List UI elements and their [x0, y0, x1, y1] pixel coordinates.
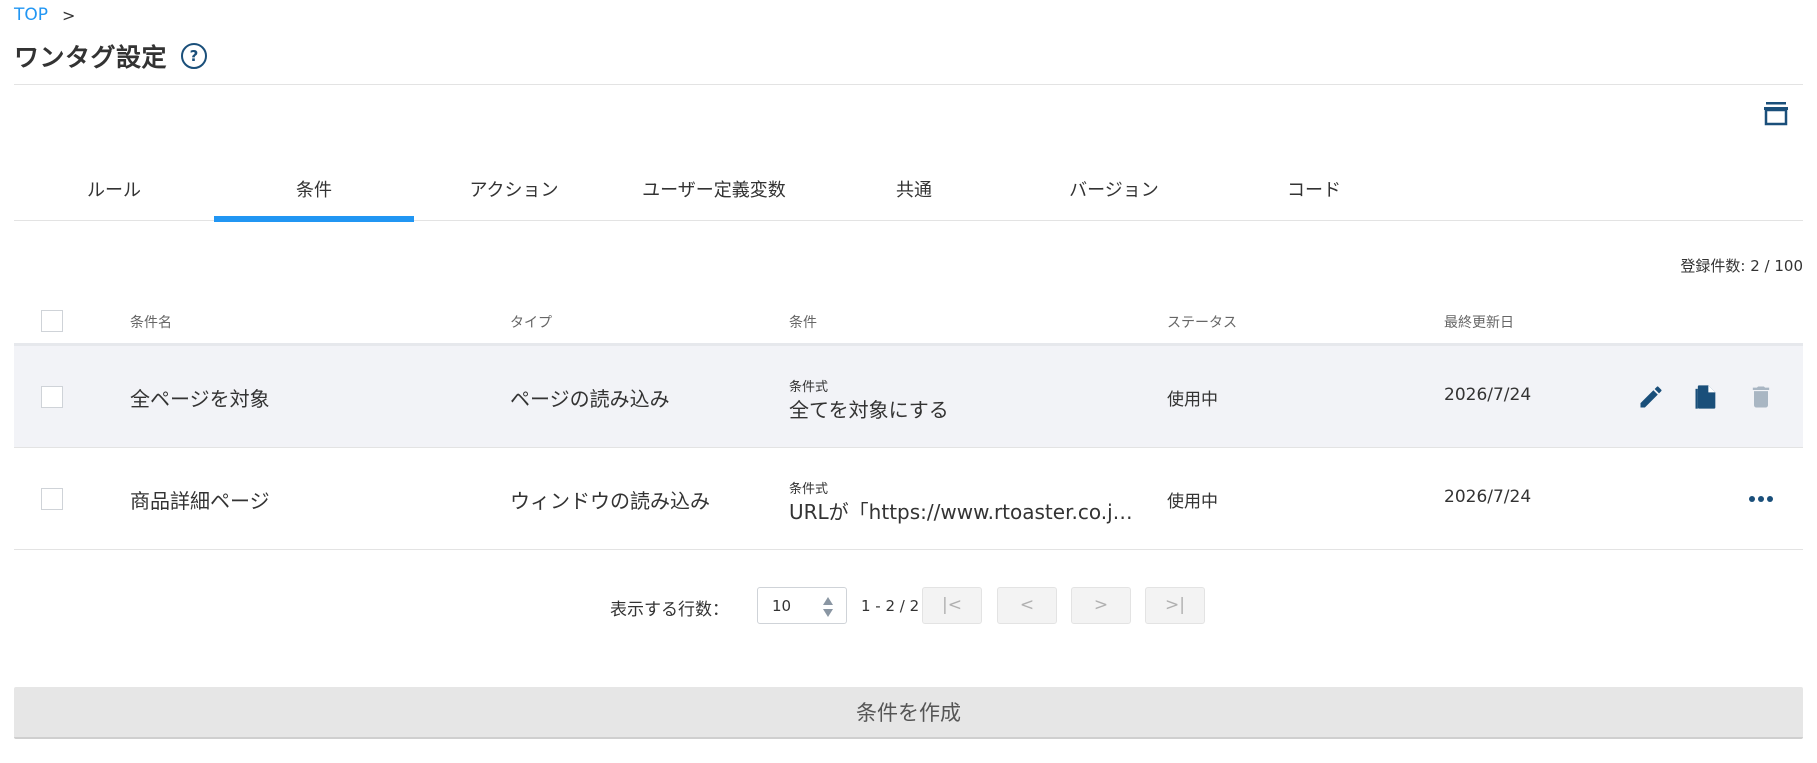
copy-document-icon[interactable]	[1692, 383, 1720, 411]
header-condition: 条件	[789, 315, 817, 331]
rows-per-page-value: 10	[772, 597, 792, 615]
row-condition-value: URLが「https://www.rtoaster.co.jp/…	[789, 500, 1139, 524]
row-checkbox[interactable]	[41, 386, 63, 408]
more-options-icon[interactable]	[1747, 485, 1775, 513]
row-name: 全ページを対象	[130, 387, 270, 411]
tab-bar: ルール 条件 アクション ユーザー定義変数 共通 バージョン コード	[14, 164, 1803, 222]
next-page-button[interactable]: >	[1071, 587, 1131, 624]
page-header: ワンタグ設定 ?	[14, 38, 208, 74]
tab-action[interactable]: アクション	[414, 164, 614, 221]
rows-per-page-input[interactable]: 10	[757, 587, 847, 624]
row-updated: 2026/7/24	[1444, 385, 1532, 405]
row-status: 使用中	[1167, 492, 1218, 512]
edit-pencil-icon[interactable]	[1637, 383, 1665, 411]
row-type: ページの読み込み	[510, 387, 670, 411]
spinner-arrows-icon[interactable]	[822, 596, 834, 618]
table-row[interactable]: 商品詳細ページ ウィンドウの読み込み 条件式 URLが「https://www.…	[14, 448, 1803, 550]
create-condition-button[interactable]: 条件を作成	[14, 687, 1803, 739]
breadcrumb-separator: >	[62, 5, 76, 25]
row-type: ウィンドウの読み込み	[510, 489, 710, 513]
header-name: 条件名	[130, 315, 172, 331]
row-condition-value: 全てを対象にする	[789, 398, 949, 422]
table-header: 条件名 タイプ 条件 ステータス 最終更新日	[14, 300, 1803, 346]
rows-per-page-label: 表示する行数：	[610, 600, 729, 620]
row-name: 商品詳細ページ	[130, 489, 270, 513]
tab-user-variables[interactable]: ユーザー定義変数	[614, 164, 814, 221]
select-all-checkbox[interactable]	[41, 310, 63, 332]
tab-code[interactable]: コード	[1214, 164, 1414, 221]
table-row[interactable]: 全ページを対象 ページの読み込み 条件式 全てを対象にする 使用中 2026/7…	[14, 346, 1803, 448]
row-condition-label: 条件式	[789, 482, 829, 497]
row-status: 使用中	[1167, 390, 1218, 410]
breadcrumb-top-link[interactable]: TOP	[14, 5, 48, 25]
page-range: 1 - 2 / 2	[861, 597, 920, 615]
row-updated: 2026/7/24	[1444, 487, 1532, 507]
pagination: 表示する行数： 10 1 - 2 / 2 |< < > >|	[0, 587, 1817, 625]
tab-condition[interactable]: 条件	[214, 164, 414, 222]
first-page-button[interactable]: |<	[922, 587, 982, 624]
help-icon[interactable]: ?	[181, 43, 208, 69]
header-status: ステータス	[1167, 315, 1237, 331]
registration-count: 登録件数: 2 / 100	[1680, 257, 1803, 275]
tab-version[interactable]: バージョン	[1014, 164, 1214, 221]
tab-common[interactable]: 共通	[814, 164, 1014, 221]
page-title: ワンタグ設定	[14, 43, 168, 72]
archive-icon[interactable]	[1762, 99, 1790, 127]
tab-rule[interactable]: ルール	[14, 164, 214, 221]
header-type: タイプ	[510, 315, 552, 331]
last-page-button[interactable]: >|	[1145, 587, 1205, 624]
title-divider	[14, 84, 1803, 85]
prev-page-button[interactable]: <	[997, 587, 1057, 624]
delete-trash-icon[interactable]	[1747, 383, 1775, 411]
row-condition-label: 条件式	[789, 380, 829, 395]
header-updated: 最終更新日	[1444, 315, 1514, 331]
breadcrumb: TOP >	[14, 5, 75, 25]
conditions-table: 条件名 タイプ 条件 ステータス 最終更新日 全ページを対象 ページの読み込み …	[14, 300, 1803, 550]
row-checkbox[interactable]	[41, 488, 63, 510]
